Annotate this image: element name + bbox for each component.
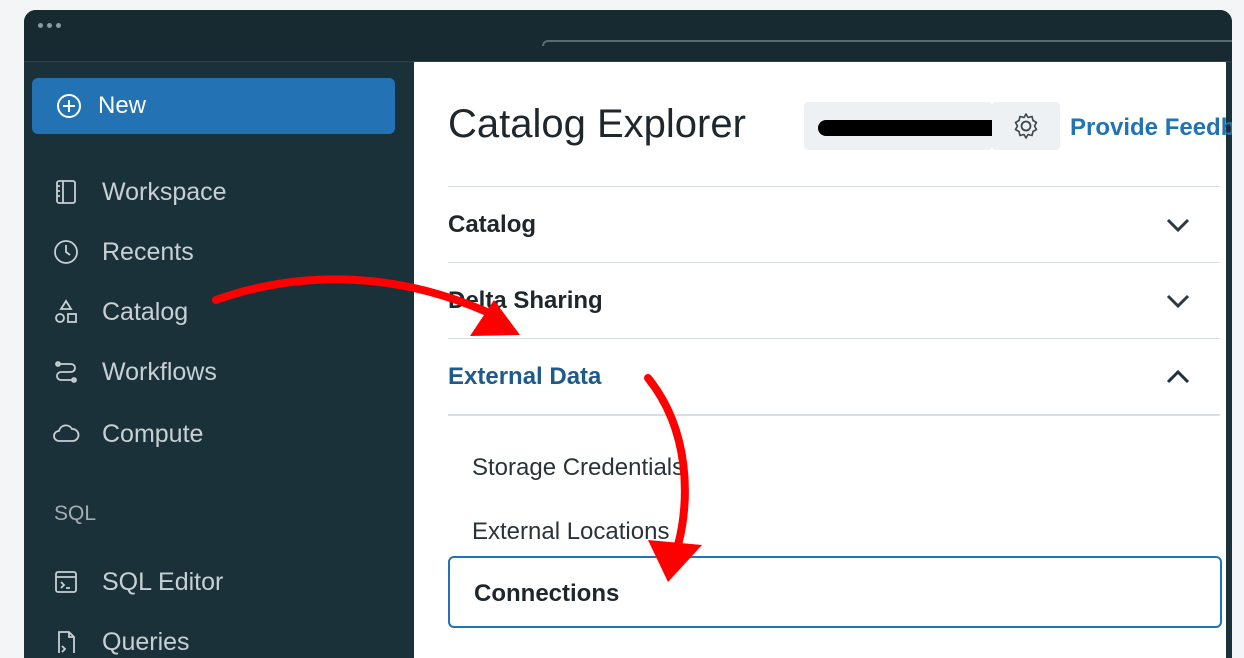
chevron-up-icon — [1158, 369, 1198, 384]
accordion-label: Delta Sharing — [448, 286, 603, 314]
accordion-label: Catalog — [448, 210, 537, 238]
tab-outline — [542, 40, 1232, 46]
accordion-delta-sharing[interactable]: Delta Sharing — [448, 262, 1220, 338]
sidebar: New Workspace Recents Catalog Workflows — [24, 62, 414, 658]
sql-editor-icon — [52, 568, 80, 596]
accordion-divider — [448, 414, 1220, 416]
sidebar-item-workflows[interactable]: Workflows — [52, 352, 217, 392]
sidebar-item-queries[interactable]: Queries — [52, 622, 190, 658]
browser-window: New Workspace Recents Catalog Workflows — [24, 10, 1232, 658]
storage-credentials-item[interactable]: Storage Credentials — [472, 454, 684, 482]
sql-section-label: SQL — [54, 502, 97, 525]
sidebar-item-label: Recents — [102, 237, 194, 266]
accordion-external-data[interactable]: External Data — [448, 338, 1220, 414]
sidebar-item-label: Workflows — [102, 357, 217, 386]
gear-icon — [1014, 113, 1038, 139]
workflows-icon — [52, 358, 80, 386]
sidebar-item-compute[interactable]: Compute — [52, 414, 203, 454]
window-controls[interactable] — [38, 23, 61, 28]
sidebar-item-workspace[interactable]: Workspace — [52, 172, 227, 212]
provide-feedback-link[interactable]: Provide Feedback — [1070, 114, 1232, 142]
sidebar-item-recents[interactable]: Recents — [52, 232, 194, 272]
workspace-icon — [52, 178, 80, 206]
catalog-explorer-panel: Catalog Explorer Provide Feedback Catalo… — [414, 62, 1232, 658]
accordion-label: External Data — [448, 362, 602, 390]
new-button-label: New — [98, 92, 147, 119]
chevron-down-icon — [1158, 218, 1198, 232]
page-title: Catalog Explorer — [448, 102, 746, 146]
connections-item[interactable]: Connections — [448, 556, 1222, 628]
new-button[interactable]: New — [32, 78, 395, 134]
cloud-icon — [52, 420, 80, 448]
redaction-mark — [818, 120, 992, 136]
title-bar — [24, 10, 1232, 62]
sidebar-item-label: Catalog — [102, 297, 189, 326]
accordion-catalog[interactable]: Catalog — [448, 186, 1220, 262]
queries-icon — [52, 628, 80, 656]
sidebar-item-label: Workspace — [102, 177, 227, 206]
settings-button[interactable] — [992, 102, 1060, 150]
sidebar-item-sql-editor[interactable]: SQL Editor — [52, 562, 223, 602]
sidebar-item-catalog[interactable]: Catalog — [52, 292, 188, 332]
chevron-down-icon — [1158, 294, 1198, 308]
sidebar-item-label: Compute — [102, 419, 204, 448]
connections-label: Connections — [474, 580, 620, 607]
catalog-icon — [52, 298, 80, 326]
sidebar-item-label: SQL Editor — [102, 567, 224, 596]
external-locations-item[interactable]: External Locations — [472, 518, 669, 546]
clock-icon — [52, 238, 80, 266]
sidebar-item-label: Queries — [102, 627, 190, 656]
workspace-selector[interactable] — [804, 102, 992, 150]
plus-circle-icon — [57, 94, 81, 118]
